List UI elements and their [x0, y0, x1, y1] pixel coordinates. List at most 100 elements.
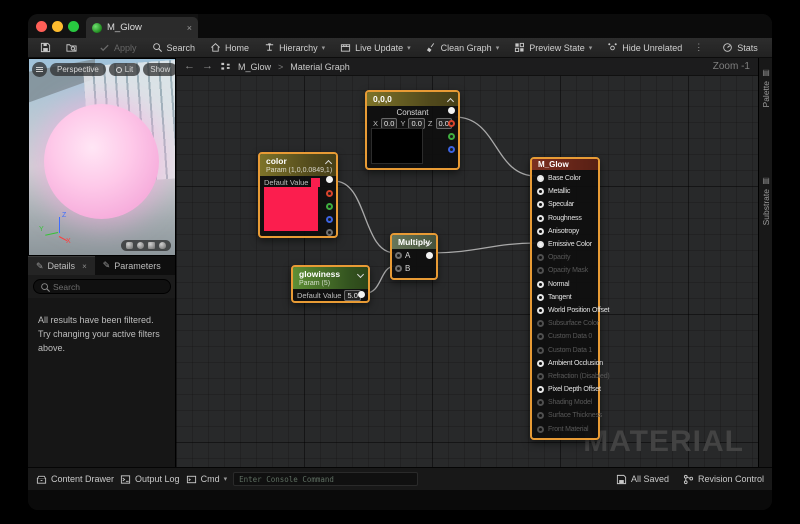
pin-icon[interactable]: [537, 175, 544, 182]
material-pin-base-color[interactable]: Base Color: [532, 172, 598, 185]
minimize-window-button[interactable]: [52, 21, 63, 32]
multiply-output-pin[interactable]: [426, 252, 433, 259]
console-command-input[interactable]: [239, 475, 412, 484]
color-g-pin[interactable]: [326, 203, 333, 210]
material-graph-canvas[interactable]: ← → M_Glow > Material Graph Zoom -1 0,0,…: [176, 58, 758, 467]
collapse-chevron-icon[interactable]: [325, 160, 332, 167]
home-button[interactable]: Home: [204, 40, 255, 55]
pin-icon[interactable]: [537, 254, 544, 261]
material-pin-ambient-occlusion[interactable]: Ambient Occlusion: [532, 357, 598, 370]
all-saved-status[interactable]: All Saved: [616, 474, 669, 485]
node-glowiness-header[interactable]: glowiness Param (5): [293, 267, 368, 289]
node-color-param[interactable]: color Param (1,0,0.0849,1) Default Value: [258, 152, 338, 238]
tab-parameters[interactable]: ✎ Parameters: [95, 256, 169, 275]
color-r-pin[interactable]: [326, 190, 333, 197]
hide-unrelated-button[interactable]: Hide Unrelated: [601, 40, 688, 55]
material-pin-surface-thickness[interactable]: Surface Thickness: [532, 409, 598, 422]
material-pin-subsurface-color[interactable]: Subsurface Color: [532, 317, 598, 330]
pin-icon[interactable]: [537, 426, 544, 433]
constant-output-pin[interactable]: [448, 107, 455, 114]
apply-button[interactable]: Apply: [93, 40, 143, 55]
material-pin-roughness[interactable]: Roughness: [532, 212, 598, 225]
node-constant-header[interactable]: 0,0,0: [367, 92, 458, 106]
stats-button[interactable]: Stats: [716, 40, 764, 55]
result-node-header[interactable]: M_Glow: [532, 159, 598, 170]
live-update-dropdown[interactable]: Live Update▾: [334, 40, 417, 55]
pin-icon[interactable]: [537, 228, 544, 235]
breadcrumb-root[interactable]: M_Glow: [238, 62, 271, 72]
pin-icon[interactable]: [537, 294, 544, 301]
search-button[interactable]: Search: [146, 40, 202, 55]
pin-icon[interactable]: [537, 320, 544, 327]
content-drawer-button[interactable]: Content Drawer: [36, 474, 114, 485]
pin-icon[interactable]: [537, 188, 544, 195]
glowiness-output-pin[interactable]: [358, 291, 365, 298]
material-pin-world-position-offset[interactable]: World Position Offset: [532, 304, 598, 317]
node-multiply[interactable]: Multiply A B: [390, 233, 438, 280]
close-window-button[interactable]: [36, 21, 47, 32]
constant-g-pin[interactable]: [448, 133, 455, 140]
asset-tab-m-glow[interactable]: M_Glow ×: [86, 17, 198, 38]
close-tab-icon[interactable]: ×: [187, 23, 192, 33]
cylinder-shape-button[interactable]: [126, 242, 133, 249]
save-button[interactable]: [34, 40, 57, 55]
pin-icon[interactable]: [537, 267, 544, 274]
material-pin-shading-model[interactable]: Shading Model: [532, 396, 598, 409]
pin-icon[interactable]: [537, 201, 544, 208]
multiply-a-pin[interactable]: [395, 252, 402, 259]
cmd-dropdown[interactable]: Cmd▾: [186, 474, 228, 485]
material-pin-metallic[interactable]: Metallic: [532, 185, 598, 198]
cube-shape-button[interactable]: [148, 242, 155, 249]
clean-graph-dropdown[interactable]: Clean Graph▾: [420, 40, 506, 55]
pin-icon[interactable]: [537, 281, 544, 288]
sphere-shape-button[interactable]: [137, 242, 144, 249]
material-pin-opacity-mask[interactable]: Opacity Mask: [532, 264, 598, 277]
material-pin-front-material[interactable]: Front Material: [532, 423, 598, 436]
material-pin-normal[interactable]: Normal: [532, 278, 598, 291]
preview-state-dropdown[interactable]: Preview State▾: [508, 40, 598, 55]
tab-substrate[interactable]: ▤ Substrate: [759, 176, 772, 225]
browse-asset-button[interactable]: [60, 40, 83, 55]
constant-r-pin[interactable]: [448, 120, 455, 127]
platform-stats-button[interactable]: Platform Stats: [767, 40, 772, 55]
node-material-result[interactable]: M_Glow Base ColorMetallicSpecularRoughne…: [530, 157, 600, 440]
tab-details[interactable]: ✎ Details ×: [28, 256, 95, 275]
pin-icon[interactable]: [537, 347, 544, 354]
pin-icon[interactable]: [537, 307, 544, 314]
breadcrumb-current[interactable]: Material Graph: [290, 62, 350, 72]
material-pin-custom-data-0[interactable]: Custom Data 0: [532, 330, 598, 343]
node-color-header[interactable]: color Param (1,0,0.0849,1): [260, 154, 336, 176]
material-pin-custom-data-1[interactable]: Custom Data 1: [532, 343, 598, 356]
details-search-box[interactable]: [33, 279, 171, 294]
preview-viewport[interactable]: Perspective Lit Show Y Z X: [28, 58, 176, 256]
material-pin-pixel-depth-offset[interactable]: Pixel Depth Offset: [532, 383, 598, 396]
perspective-button[interactable]: Perspective: [50, 63, 106, 76]
forward-arrow-icon[interactable]: →: [202, 61, 213, 72]
pin-icon[interactable]: [537, 373, 544, 380]
material-pin-tangent[interactable]: Tangent: [532, 291, 598, 304]
viewport-menu-button[interactable]: [32, 62, 47, 77]
back-arrow-icon[interactable]: ←: [184, 61, 195, 72]
maximize-window-button[interactable]: [68, 21, 79, 32]
color-swatch[interactable]: [311, 178, 320, 187]
pin-icon[interactable]: [537, 215, 544, 222]
material-pin-refraction-disabled-[interactable]: Refraction (Disabled): [532, 370, 598, 383]
material-pin-emissive-color[interactable]: Emissive Color: [532, 238, 598, 251]
material-pin-specular[interactable]: Specular: [532, 198, 598, 211]
pin-icon[interactable]: [537, 412, 544, 419]
output-log-button[interactable]: Output Log: [120, 474, 180, 485]
node-glowiness[interactable]: glowiness Param (5) Default Value 5.0: [291, 265, 370, 303]
pin-icon[interactable]: [537, 360, 544, 367]
pin-icon[interactable]: [537, 386, 544, 393]
show-menu-button[interactable]: Show: [143, 63, 176, 76]
details-search-input[interactable]: [53, 282, 164, 292]
collapse-chevron-icon[interactable]: [447, 98, 454, 105]
expand-chevron-icon[interactable]: [357, 271, 364, 278]
color-b-pin[interactable]: [326, 216, 333, 223]
lit-mode-button[interactable]: Lit: [109, 63, 140, 76]
pin-icon[interactable]: [537, 399, 544, 406]
teapot-shape-button[interactable]: [159, 242, 166, 249]
color-a-pin[interactable]: [326, 229, 333, 236]
node-constant[interactable]: 0,0,0 Constant X 0.0 Y 0.0 Z 0.0: [365, 90, 460, 170]
pin-icon[interactable]: [537, 241, 544, 248]
